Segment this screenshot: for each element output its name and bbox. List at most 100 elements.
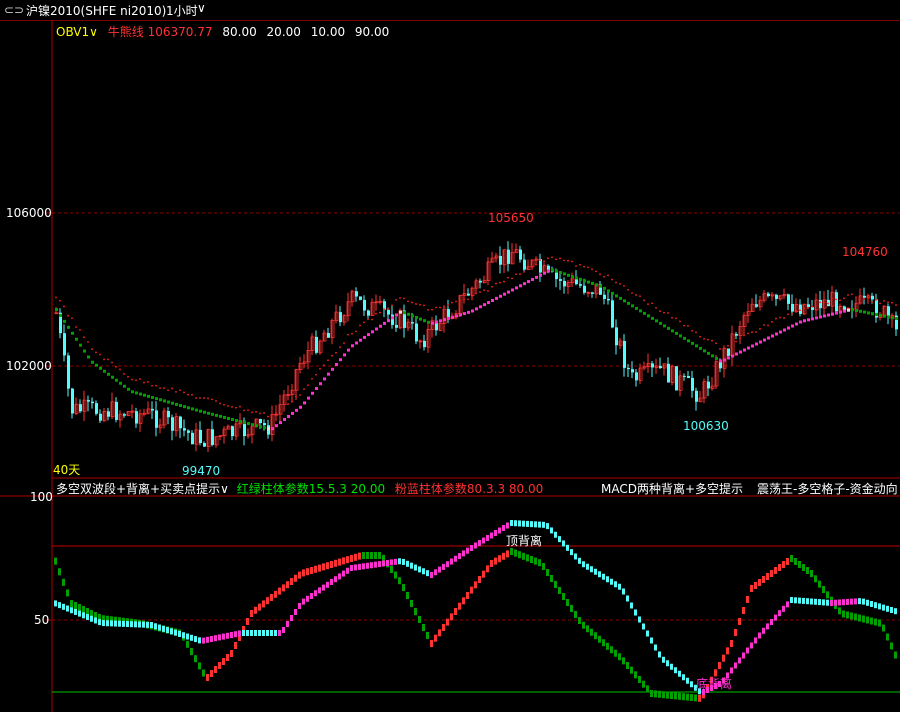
trend-dot [411, 314, 414, 318]
trend-dot [151, 384, 153, 387]
oscillator-bar [494, 557, 497, 565]
oscillator-bar [490, 560, 493, 567]
oscillator-bar [370, 562, 373, 569]
candle-body [555, 271, 558, 280]
oscillator-bar [782, 561, 785, 568]
oscillator-bar [386, 559, 389, 566]
trend-dot [127, 375, 129, 378]
oscillator-bar [558, 587, 561, 594]
oscillator-bar [754, 582, 757, 589]
oscillator-bar [426, 570, 429, 577]
trend-dot [531, 265, 533, 268]
candle-body [631, 369, 634, 373]
trend-dot [275, 412, 277, 414]
trend-dot [499, 281, 501, 284]
trend-dot [639, 295, 641, 298]
trend-dot [303, 401, 306, 405]
trend-dot [803, 307, 805, 310]
trend-dot [591, 281, 594, 285]
candle-body [115, 401, 118, 420]
oscillator-bar [210, 670, 213, 677]
trend-dot [527, 265, 529, 268]
oscillator-bar [194, 655, 197, 663]
trend-dot [603, 286, 606, 290]
trend-dot [351, 344, 354, 348]
trend-dot [343, 353, 346, 357]
trend-dot [203, 410, 206, 414]
trend-dot [103, 358, 105, 361]
oscillator-bar [478, 576, 481, 583]
oscillator-bar [826, 591, 829, 599]
trend-dot [255, 424, 258, 428]
indicator-name[interactable]: 多空双波段+背离+买卖点提示 [56, 482, 220, 496]
trend-dot [323, 364, 325, 367]
trend-dot [203, 397, 205, 399]
oscillator-bar [858, 614, 861, 622]
trend-dot [887, 301, 889, 304]
oscillator-bar [514, 520, 517, 527]
trend-dot [543, 271, 546, 275]
trend-dot [139, 392, 142, 396]
trend-dot [191, 393, 193, 396]
oscillator-bar [518, 551, 521, 559]
oscillator-bar [546, 569, 549, 576]
oscillator-bar [570, 605, 573, 612]
trend-dot [683, 336, 686, 340]
oscillator-bar [538, 521, 541, 528]
trend-dot [795, 309, 797, 312]
oscillator-bar [350, 565, 353, 571]
oscillator-bar [506, 550, 509, 558]
oscillator-bar [762, 627, 765, 634]
oscillator-bar [562, 593, 565, 600]
oscillator-bar [422, 624, 425, 631]
trend-dot [819, 315, 822, 319]
oscillator-bar [286, 581, 289, 589]
trend-dot [347, 333, 349, 336]
candle-body [707, 381, 710, 389]
oscillator-bar [554, 581, 557, 588]
oscillator-bar [414, 608, 417, 615]
trend-dot [95, 351, 97, 354]
trend-dot [687, 339, 690, 343]
trend-dot [243, 409, 245, 412]
trend-dot [363, 321, 365, 324]
trend-dot [299, 405, 302, 409]
trend-dot [779, 316, 781, 319]
candle-body [607, 298, 610, 301]
candle-body [635, 372, 638, 381]
trend-dot [879, 313, 882, 317]
trend-dot [839, 299, 841, 302]
chevron-down-icon[interactable]: ∨ [220, 482, 229, 496]
candle-body [87, 400, 90, 402]
oscillator-bar [774, 567, 777, 574]
oscillator-bar [462, 597, 465, 605]
oscillator-bar [290, 615, 293, 621]
oscillator-bar [878, 619, 881, 627]
trend-dot [747, 332, 749, 335]
chart-canvas[interactable] [0, 0, 900, 712]
trend-dot [75, 337, 78, 341]
trend-dot [67, 325, 70, 329]
trend-dot [567, 259, 569, 262]
trend-dot [591, 268, 593, 271]
trend-dot [651, 302, 653, 305]
trend-dot [835, 298, 837, 301]
trend-dot [175, 390, 177, 393]
oscillator-bar [74, 608, 77, 615]
trend-dot [707, 338, 709, 341]
oscillator-bar [350, 555, 353, 562]
oscillator-bar [534, 557, 537, 565]
oscillator-bar [846, 611, 849, 619]
oscillator-bar [254, 630, 257, 636]
chevron-down-icon[interactable]: ∨ [89, 25, 98, 39]
oscillator-bar [354, 564, 357, 571]
trend-dot [547, 257, 549, 260]
trend-dot [471, 309, 474, 313]
oscillator-bar [514, 549, 517, 557]
indicator-name[interactable]: OBV1 [56, 25, 89, 39]
oscillator-bar [262, 630, 265, 636]
trend-dot [871, 312, 874, 316]
trend-dot [331, 354, 333, 357]
oscillator-bar [122, 620, 125, 627]
trend-dot [515, 273, 517, 276]
